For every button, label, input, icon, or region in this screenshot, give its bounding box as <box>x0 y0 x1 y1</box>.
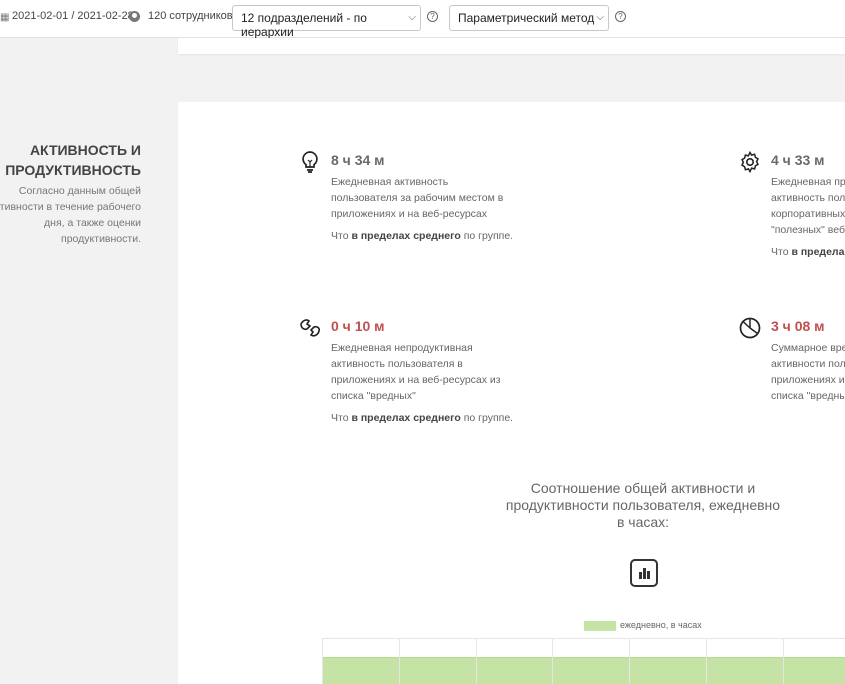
metric-note: Что в пределах среднего по группе. <box>331 412 514 424</box>
legend-label: ежедневно, в часах <box>620 620 702 630</box>
legend-swatch <box>584 620 616 631</box>
method-select-value: Параметрический метод <box>458 11 595 25</box>
department-select-value: 12 подразделений - по иерархии <box>241 11 367 39</box>
metric-value: 4 ч 33 м <box>771 152 825 168</box>
bar-chart-icon[interactable] <box>630 559 658 587</box>
metric-description: Суммарное вре активности пол приложениях… <box>771 342 845 402</box>
grid-line <box>706 639 707 684</box>
employees-count[interactable]: 120 сотрудников <box>148 10 233 22</box>
chevron-down-icon: ⌵ <box>596 12 604 23</box>
metric-value: 3 ч 08 м <box>771 318 825 334</box>
calendar-icon: ▦ <box>0 12 10 23</box>
help-icon[interactable]: ? <box>615 11 626 22</box>
metric-value: 8 ч 34 м <box>331 152 385 168</box>
chevron-down-icon: ⌵ <box>408 12 416 23</box>
grid-line <box>476 639 477 684</box>
metric-description: Ежедневная активность пользователя за ра… <box>331 176 504 220</box>
grid-line <box>783 639 784 684</box>
user-icon <box>129 11 140 22</box>
pie-chart-icon <box>739 317 761 339</box>
previous-card <box>178 38 845 54</box>
help-icon[interactable]: ? <box>427 11 438 22</box>
grid-line <box>629 639 630 684</box>
department-select[interactable]: 12 подразделений - по иерархии ⌵ <box>232 5 421 39</box>
metric-note: Что в пределах среднего по группе. <box>331 230 514 242</box>
metric-description: Ежедневная непродуктивная активность пол… <box>331 342 501 402</box>
metric-note: Что в предела <box>771 246 845 258</box>
grid-line <box>322 639 323 684</box>
metric-description: Ежедневная пр активность пол корпоративн… <box>771 176 845 236</box>
lightbulb-icon <box>302 151 318 173</box>
grid-line <box>552 639 553 684</box>
chart-plot-area <box>322 638 845 684</box>
section-title: АКТИВНОСТЬ И ПРОДУКТИВНОСТЬ <box>5 142 141 178</box>
activity-card: 8 ч 34 м Ежедневная активность пользоват… <box>178 102 845 684</box>
chart-bar[interactable] <box>322 657 845 684</box>
method-select[interactable]: Параметрический метод ⌵ <box>449 5 609 31</box>
top-bar: ▦ 2021-02-01 / 2021-02-28 120 сотруднико… <box>0 0 845 39</box>
grid-line <box>399 639 400 684</box>
gear-icon <box>741 150 759 174</box>
chart-title: Соотношение общей активности и продуктив… <box>505 480 781 530</box>
metric-value: 0 ч 10 м <box>331 318 385 334</box>
period-range[interactable]: 2021-02-01 / 2021-02-28 <box>12 10 134 22</box>
broken-link-icon <box>300 319 320 337</box>
chart-legend: ежедневно, в часах <box>584 620 702 631</box>
section-description: Согласно данным общей активности в течен… <box>0 185 141 245</box>
